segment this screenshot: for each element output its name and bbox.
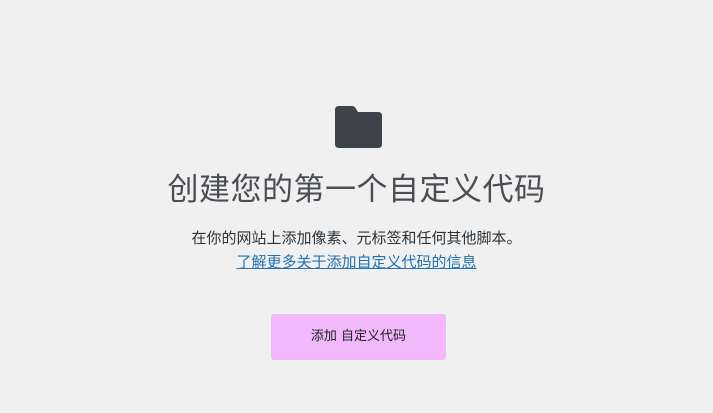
folder-icon (335, 106, 382, 148)
page-title: 创建您的第一个自定义代码 (167, 172, 546, 208)
learn-more-container: 了解更多关于添加自定义代码的信息 (0, 252, 713, 272)
empty-state-panel: 创建您的第一个自定义代码 在你的网站上添加像素、元标签和任何其他脚本。 了解更多… (0, 0, 713, 413)
learn-more-link[interactable]: 了解更多关于添加自定义代码的信息 (236, 253, 476, 271)
description-text: 在你的网站上添加像素、元标签和任何其他脚本。 (191, 229, 522, 247)
add-custom-code-button[interactable]: 添加 自定义代码 (271, 314, 446, 360)
